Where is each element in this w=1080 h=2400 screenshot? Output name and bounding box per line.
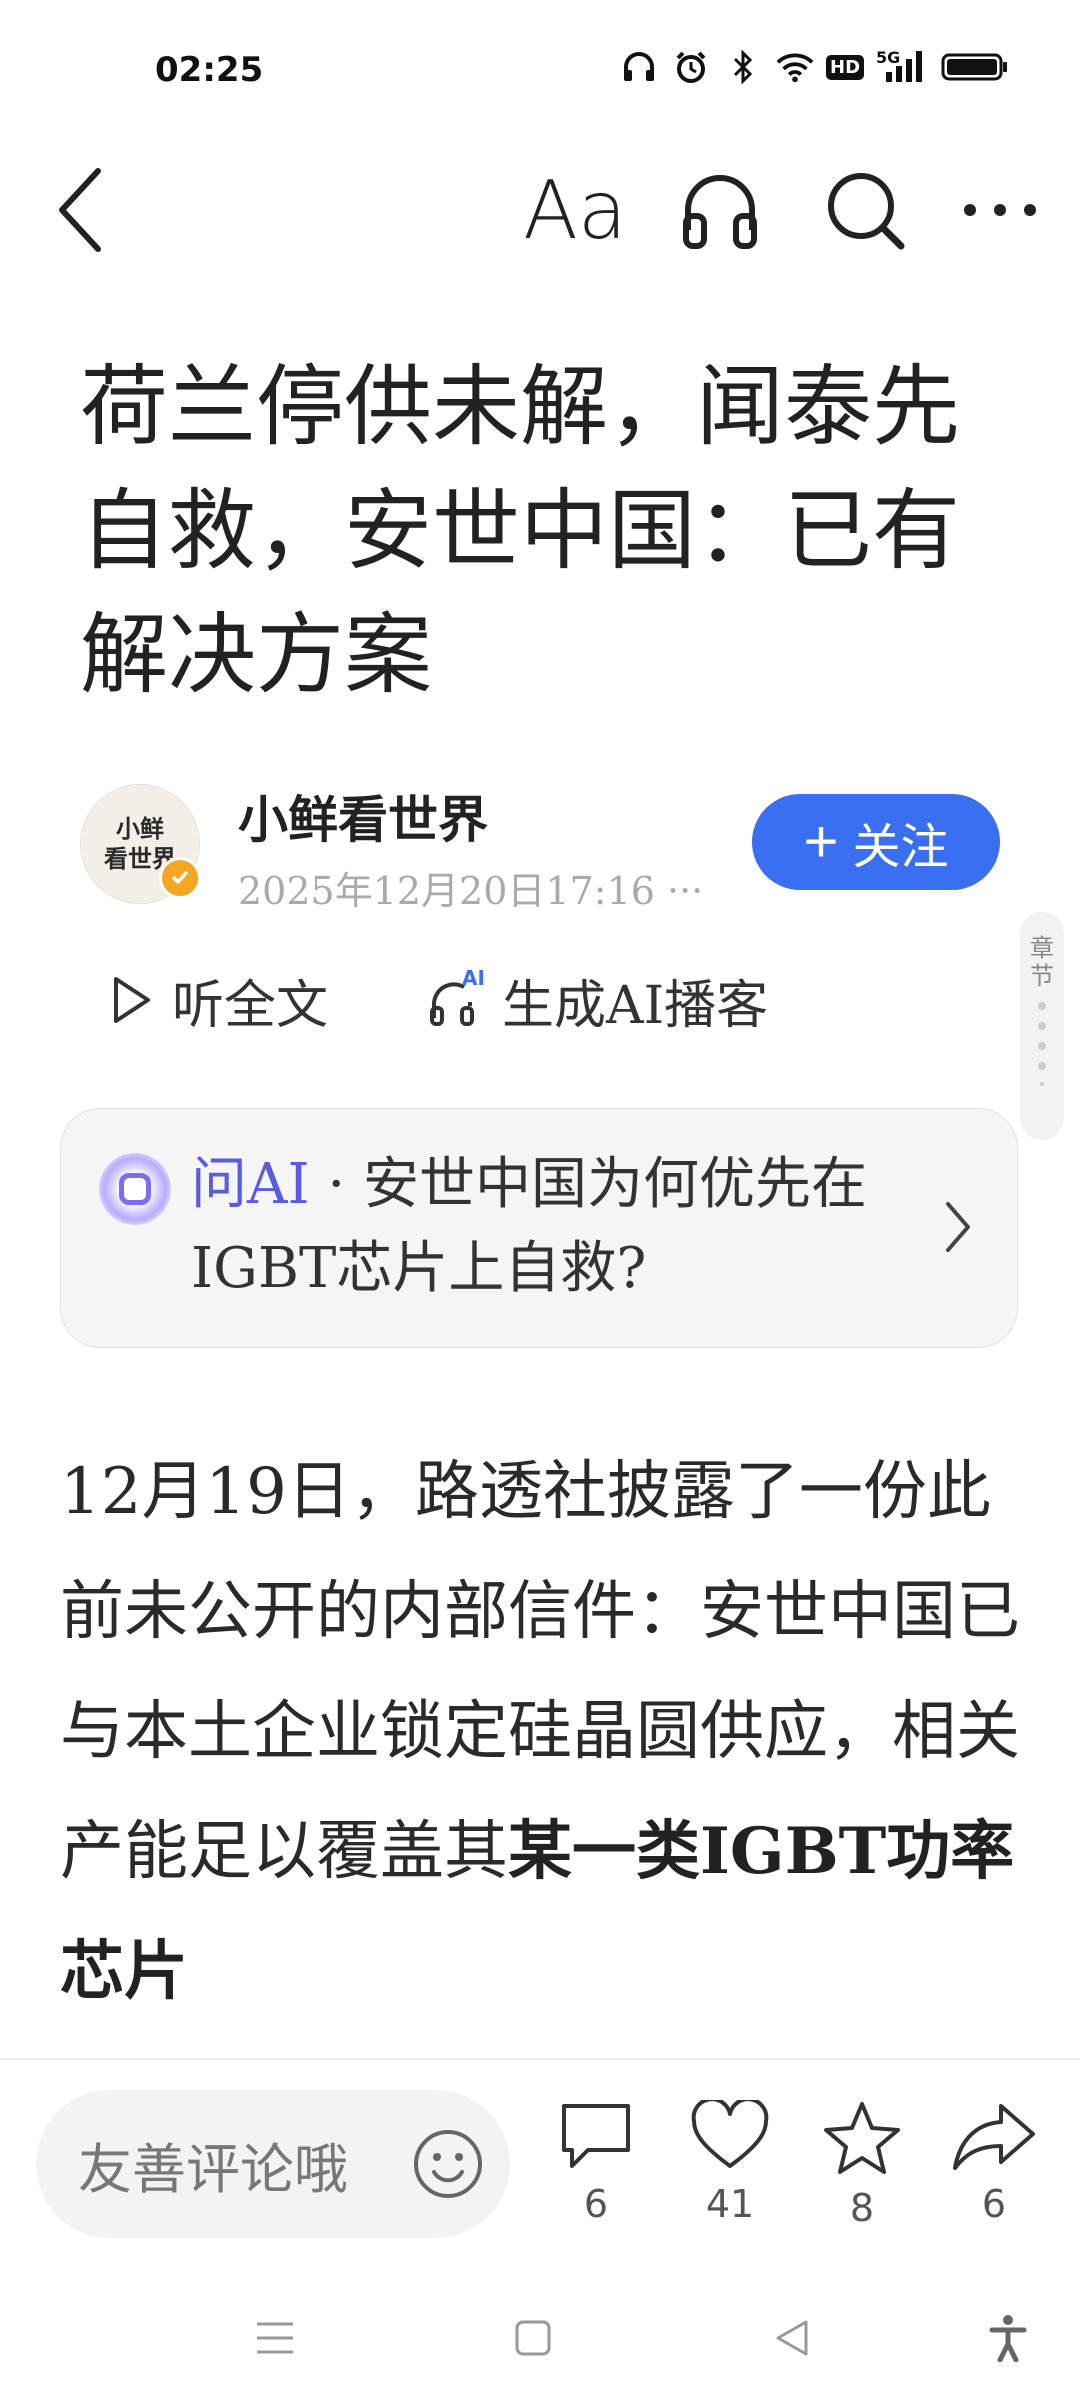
ai-badge: AI — [462, 966, 485, 990]
ask-ai-card[interactable]: 问AI · 安世中国为何优先在IGBT芯片上自救? — [60, 1108, 1018, 1348]
menu-icon — [257, 2322, 293, 2354]
menu-button[interactable] — [245, 2308, 305, 2368]
accessibility-icon — [989, 2315, 1027, 2362]
status-bar: 02:25 HD 5G — [0, 0, 1080, 140]
ai-separator: · — [309, 1152, 363, 1217]
wifi-icon — [776, 48, 814, 86]
chapter-dot — [1038, 1062, 1046, 1070]
system-back-button[interactable] — [762, 2308, 822, 2368]
chapter-dot — [1038, 1042, 1046, 1050]
ai-question: 问AI · 安世中国为何优先在IGBT芯片上自救? — [191, 1143, 911, 1311]
listen-full-label: 听全文 — [172, 975, 329, 1036]
comment-placeholder: 友善评论哦 — [78, 2137, 348, 2201]
publish-meta: 2025年12月20日17:16 ··· — [238, 869, 704, 913]
system-nav-bar — [0, 2270, 1080, 2400]
listen-row: 听全文 AI 生成AI播客 — [110, 960, 768, 1040]
ai-logo-icon — [99, 1153, 171, 1225]
home-square-icon — [515, 2320, 551, 2356]
article-body: 12月19日，路透社披露了一份此前未公开的内部信件：安世中国已与本土企业锁定硅晶… — [60, 1432, 1020, 2032]
article-title: 荷兰停供未解，闻泰先自救，安世中国：已有解决方案 — [80, 355, 961, 706]
star-icon — [824, 2102, 900, 2174]
verified-badge-icon — [159, 857, 201, 899]
share-count: 6 — [981, 2182, 1007, 2226]
comment-input[interactable]: 友善评论哦 — [36, 2090, 510, 2238]
share-icon — [953, 2104, 1035, 2170]
hd-icon: HD — [826, 48, 865, 86]
ai-podcast-label: 生成AI播客 — [502, 975, 769, 1036]
top-nav: Aa — [0, 150, 1080, 270]
listen-full-button[interactable]: 听全文 — [110, 963, 328, 1038]
chapter-dot — [1040, 1082, 1044, 1086]
more-dots-icon — [964, 204, 1036, 216]
back-chevron-icon — [59, 168, 101, 252]
alarm-icon — [672, 48, 710, 86]
avatar-text-line1: 小鲜 — [116, 815, 164, 843]
chapter-tab[interactable]: 章 节 — [1020, 912, 1064, 1140]
share-button[interactable]: 6 — [944, 2100, 1044, 2226]
follow-button[interactable]: + 关注 — [752, 794, 1000, 890]
search-icon — [828, 173, 905, 250]
font-size-label: Aa — [523, 163, 627, 257]
like-count: 41 — [705, 2182, 755, 2226]
play-icon — [114, 977, 150, 1023]
accessibility-button[interactable] — [978, 2308, 1038, 2368]
avatar[interactable]: 小鲜 看世界 — [80, 784, 201, 904]
status-time: 02:25 — [155, 50, 264, 90]
bottom-action-bar: 友善评论哦 6 41 8 6 — [0, 2058, 1080, 2248]
bluetooth-icon — [724, 48, 762, 86]
battery-icon — [940, 48, 1010, 86]
chapter-label-2: 节 — [1030, 962, 1054, 990]
heart-icon — [691, 2100, 769, 2168]
plus-icon: + — [803, 808, 839, 875]
status-icons: HD 5G — [620, 48, 1010, 86]
comment-icon — [562, 2104, 630, 2168]
chapter-label-1: 章 — [1030, 934, 1054, 962]
chapter-dot — [1038, 1022, 1046, 1030]
back-triangle-icon — [776, 2320, 808, 2356]
ai-podcast-icon: AI — [428, 966, 485, 1028]
favorite-button[interactable]: 8 — [812, 2100, 912, 2230]
chevron-right-icon — [946, 1202, 970, 1252]
chapter-dot — [1038, 1002, 1046, 1010]
follow-label: 关注 — [852, 821, 949, 874]
emoji-icon[interactable] — [412, 2128, 484, 2200]
headphones-icon — [620, 48, 658, 86]
ai-brand: 问AI — [191, 1152, 310, 1217]
audio-button[interactable] — [670, 162, 770, 258]
search-button[interactable] — [815, 162, 915, 258]
signal-5g-icon: 5G — [876, 48, 926, 86]
ai-podcast-button[interactable]: AI 生成AI播客 — [428, 963, 768, 1038]
author-name[interactable]: 小鲜看世界 — [238, 780, 488, 852]
comment-button[interactable]: 6 — [546, 2100, 646, 2226]
hd-label: HD — [826, 54, 865, 80]
more-button[interactable] — [950, 162, 1050, 258]
font-size-button[interactable]: Aa — [520, 162, 630, 258]
like-button[interactable]: 41 — [680, 2100, 780, 2226]
favorite-count: 8 — [849, 2186, 875, 2230]
author-row: 小鲜 看世界 小鲜看世界 2025年12月20日17:16 ··· + 关注 — [80, 780, 1000, 913]
comment-count: 6 — [583, 2182, 609, 2226]
home-button[interactable] — [503, 2308, 563, 2368]
headphones-icon — [683, 175, 757, 249]
back-button[interactable] — [40, 162, 120, 258]
